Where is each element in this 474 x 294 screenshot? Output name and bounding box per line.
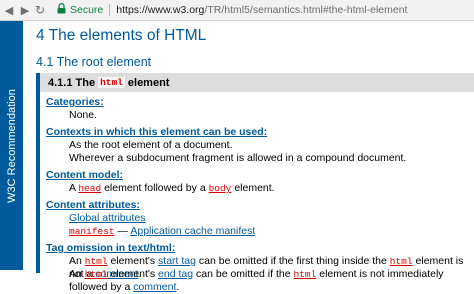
- page-content: 4 The elements of HTML 4.1 The root elem…: [36, 21, 474, 293]
- banner-label: W3C Recommendation: [5, 88, 18, 203]
- w3c-banner[interactable]: W3C Recommendation: [0, 21, 23, 270]
- tag-omission-label[interactable]: Tag omission in text/html:: [46, 241, 474, 255]
- tag-omission-line-1: An html element's start tag can be omitt…: [69, 255, 464, 280]
- element-heading: 4.1.1 The html element: [40, 73, 474, 92]
- global-attributes-item: Global attributes: [69, 212, 474, 225]
- content-model-label[interactable]: Content model:: [46, 168, 474, 182]
- global-attributes-link[interactable]: Global attributes: [69, 212, 145, 224]
- forward-arrow-icon[interactable]: ▶: [18, 4, 32, 17]
- lock-icon[interactable]: [54, 3, 68, 17]
- manifest-attribute-item: manifest — Application cache manifest: [69, 225, 256, 237]
- secure-label[interactable]: Secure: [70, 4, 103, 16]
- comment-link[interactable]: comment: [133, 281, 176, 293]
- reload-icon[interactable]: ↻: [32, 3, 48, 17]
- html-code-link[interactable]: html: [294, 269, 317, 280]
- html-code-link[interactable]: html: [85, 269, 108, 280]
- content-model-value: A head element followed by a body elemen…: [69, 182, 275, 194]
- html-code-link[interactable]: html: [85, 256, 108, 267]
- element-definition: 4.1.1 The html element Categories: None.…: [36, 73, 474, 293]
- categories-label[interactable]: Categories:: [46, 95, 474, 109]
- subsection-title: 4.1 The root element: [36, 55, 152, 69]
- heading-suffix: element: [127, 76, 170, 89]
- url-field[interactable]: https://www.w3.org/TR/html5/semantics.ht…: [116, 4, 407, 16]
- contexts-value-1: As the root element of a document.: [69, 139, 233, 151]
- url-host: https://www.w3.org: [116, 4, 205, 16]
- heading-code: html: [98, 77, 125, 88]
- heading-prefix: 4.1.1 The: [48, 76, 96, 89]
- contexts-label[interactable]: Contexts in which this element can be us…: [46, 125, 474, 139]
- definition-list: Categories: None. Contexts in which this…: [46, 95, 474, 293]
- body-code-link[interactable]: body: [209, 183, 232, 194]
- back-arrow-icon[interactable]: ◀: [2, 4, 16, 17]
- url-path: /TR/html5/semantics.html#the-html-elemen…: [204, 4, 408, 16]
- head-code-link[interactable]: head: [78, 183, 101, 194]
- start-tag-link[interactable]: start tag: [158, 255, 196, 267]
- categories-value: None.: [69, 109, 98, 121]
- content-attributes-label[interactable]: Content attributes:: [46, 198, 474, 212]
- section-title: 4 The elements of HTML: [36, 27, 207, 44]
- app-cache-manifest-link[interactable]: Application cache manifest: [130, 225, 255, 237]
- manifest-code-link[interactable]: manifest: [69, 226, 115, 237]
- html-code-link[interactable]: html: [390, 256, 413, 267]
- address-divider: [109, 4, 111, 16]
- address-bar: ◀ ▶ ↻ Secure https://www.w3.org/TR/html5…: [0, 0, 474, 21]
- contexts-value-2: Wherever a subdocument fragment is allow…: [69, 152, 407, 164]
